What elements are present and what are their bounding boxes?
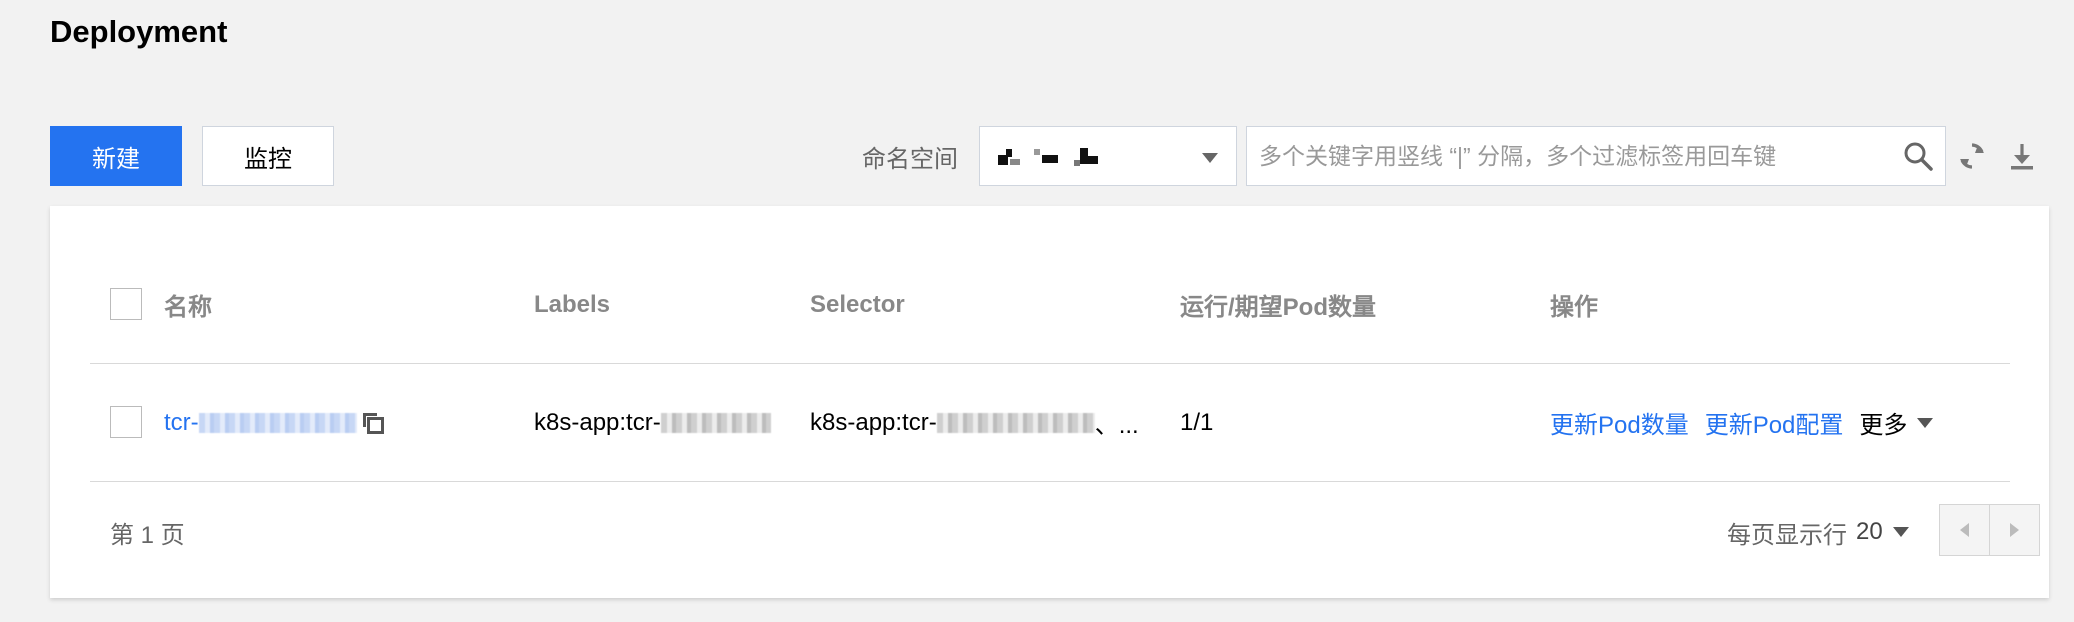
selector-ellipsis: 、... xyxy=(1094,412,1139,439)
name-redacted xyxy=(198,413,357,434)
column-header-pod-count: 运行/期望Pod数量 xyxy=(1180,294,1376,321)
column-header-operations: 操作 xyxy=(1550,294,1598,321)
namespace-label: 命名空间 xyxy=(862,145,958,173)
namespace-value-redacted xyxy=(998,148,1098,166)
column-header-labels: Labels xyxy=(534,290,611,318)
caret-down-icon xyxy=(1202,153,1218,163)
column-header-selector: Selector xyxy=(810,290,905,318)
selector-cell: k8s-app:tcr- 、... xyxy=(810,364,1139,481)
labels-cell: k8s-app:tcr- xyxy=(534,364,771,481)
selector-value: k8s-app:tcr- xyxy=(810,408,937,436)
chevron-left-icon xyxy=(1960,523,1969,537)
more-label: 更多 xyxy=(1859,412,1908,439)
row-checkbox[interactable] xyxy=(110,406,142,438)
namespace-select[interactable] xyxy=(979,126,1237,186)
create-button[interactable]: 新建 xyxy=(50,126,182,186)
table-footer: 第 1 页 每页显示行 20 xyxy=(90,482,2040,582)
page-title: Deployment xyxy=(50,14,228,49)
pod-count-cell: 1/1 xyxy=(1180,408,1214,436)
selector-redacted xyxy=(936,412,1095,433)
monitor-button[interactable]: 监控 xyxy=(202,126,334,186)
column-header-name: 名称 xyxy=(164,294,212,321)
update-pod-count-link[interactable]: 更新Pod数量 xyxy=(1550,405,1689,440)
page-info: 第 1 页 xyxy=(110,521,185,549)
search-input[interactable] xyxy=(1247,127,1887,185)
per-page-label: 每页显示行 xyxy=(1727,521,1847,549)
table-row: tcr- k8s-app:tcr- k8s-app:tcr- 、... 1/1 更… xyxy=(90,364,2010,482)
download-icon[interactable] xyxy=(2006,140,2038,172)
next-page-button[interactable] xyxy=(1989,505,2039,555)
table-header-row: 名称 Labels Selector 运行/期望Pod数量 操作 xyxy=(90,246,2010,364)
deployment-table: 名称 Labels Selector 运行/期望Pod数量 操作 tcr- k8… xyxy=(90,246,2040,582)
labels-redacted xyxy=(660,412,771,433)
per-page-select[interactable]: 20 xyxy=(1856,482,1909,582)
chevron-right-icon xyxy=(2010,523,2019,537)
update-pod-config-link[interactable]: 更新Pod配置 xyxy=(1705,405,1844,440)
copy-icon[interactable] xyxy=(361,411,385,435)
deployment-table-card: 名称 Labels Selector 运行/期望Pod数量 操作 tcr- k8… xyxy=(50,206,2049,598)
select-all-checkbox[interactable] xyxy=(110,288,142,320)
operations-cell: 更新Pod数量 更新Pod配置 更多 xyxy=(1550,364,1934,481)
deployment-name-cell: tcr- xyxy=(164,364,385,481)
more-dropdown[interactable]: 更多 xyxy=(1859,405,1934,440)
caret-down-icon xyxy=(1917,417,1934,428)
deployment-name-link[interactable]: tcr- xyxy=(164,409,357,437)
refresh-icon[interactable] xyxy=(1956,140,1988,172)
labels-value: k8s-app:tcr- xyxy=(534,408,661,436)
per-page-value: 20 xyxy=(1856,518,1883,545)
prev-page-button[interactable] xyxy=(1940,505,1989,555)
search-icon[interactable] xyxy=(1903,141,1933,171)
search-box[interactable] xyxy=(1246,126,1946,186)
pager xyxy=(1939,504,2040,556)
caret-down-icon xyxy=(1892,527,1909,537)
